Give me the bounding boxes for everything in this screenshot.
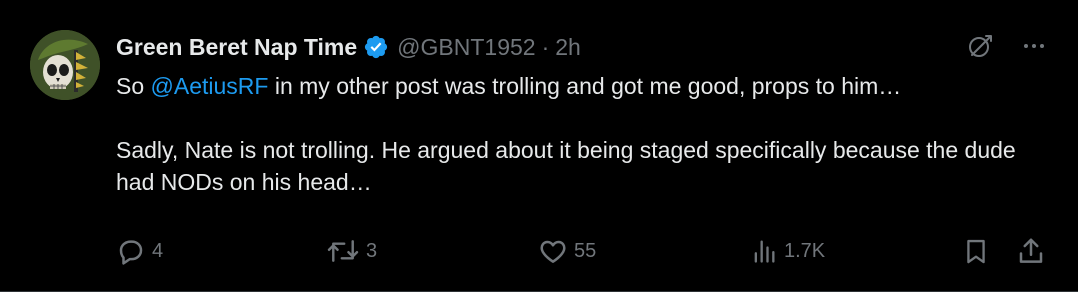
views-icon xyxy=(754,240,775,263)
share-button[interactable] xyxy=(1016,234,1046,268)
more-icon[interactable] xyxy=(1020,32,1048,60)
bookmark-icon xyxy=(967,239,985,264)
heart-icon xyxy=(540,240,566,263)
tweet-top-actions xyxy=(966,32,1048,60)
reply-button[interactable]: 4 xyxy=(116,234,163,268)
repost-button[interactable]: 3 xyxy=(326,234,377,268)
text-segment: So xyxy=(116,73,151,99)
bookmark-button[interactable] xyxy=(962,234,990,268)
avatar-image xyxy=(30,30,100,100)
repost-count: 3 xyxy=(366,239,378,262)
like-count: 55 xyxy=(574,239,597,262)
tweet-paragraph-1: So @AetiusRF in my other post was trolli… xyxy=(116,70,1056,102)
repost-icon xyxy=(327,240,359,262)
action-bar: 4 3 55 1.7K xyxy=(0,234,1078,268)
views-count: 1.7K xyxy=(784,239,826,262)
tweet-header: Green Beret Nap Time @GBNT1952 · 2h xyxy=(116,30,581,64)
reply-count: 4 xyxy=(152,239,164,262)
reply-icon xyxy=(119,240,143,265)
verified-badge-icon[interactable] xyxy=(363,34,389,60)
timestamp[interactable]: 2h xyxy=(555,34,581,61)
share-icon xyxy=(1019,238,1043,263)
separator-dot: · xyxy=(541,33,550,60)
text-segment: in my other post was trolling and got me… xyxy=(268,73,902,99)
tweet[interactable]: Green Beret Nap Time @GBNT1952 · 2h So @… xyxy=(0,0,1078,292)
avatar[interactable] xyxy=(30,30,100,100)
like-button[interactable]: 55 xyxy=(538,234,596,268)
views-button[interactable]: 1.7K xyxy=(750,234,825,268)
display-name[interactable]: Green Beret Nap Time xyxy=(116,34,357,61)
user-handle[interactable]: @GBNT1952 xyxy=(397,34,535,61)
mention-link[interactable]: @AetiusRF xyxy=(151,73,269,99)
tweet-paragraph-2: Sadly, Nate is not trolling. He argued a… xyxy=(116,137,1016,195)
grok-icon[interactable] xyxy=(966,32,994,60)
tweet-text: So @AetiusRF in my other post was trolli… xyxy=(116,70,1056,198)
